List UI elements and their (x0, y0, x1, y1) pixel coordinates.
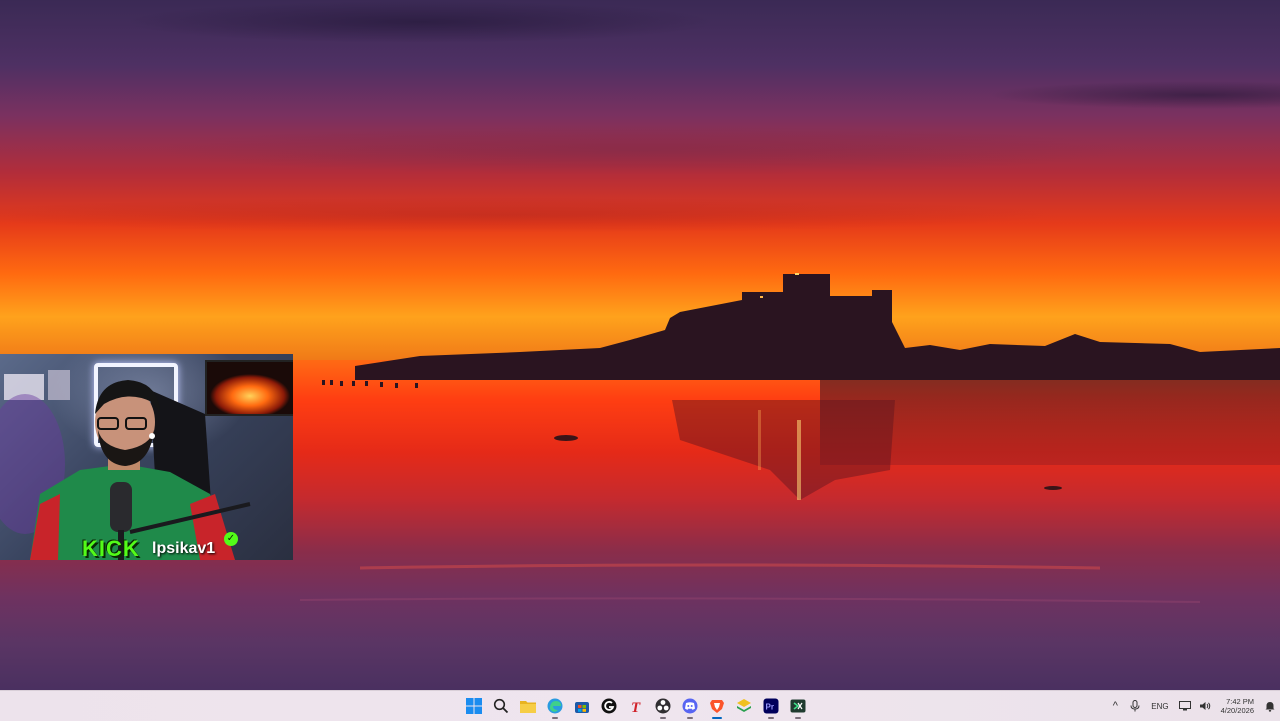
terminal-icon (790, 699, 806, 713)
kick-logo: KICK (82, 536, 140, 560)
streamer-username: lpsikav1 (152, 540, 216, 557)
taskbar-file-explorer[interactable] (516, 693, 540, 719)
desktop-wallpaper[interactable] (0, 0, 1280, 690)
taskbar: T Pr ^ ENG 7:42 PM 4/20/2026 (0, 690, 1280, 721)
discord-icon (682, 698, 698, 714)
clock[interactable]: 7:42 PM 4/20/2026 (1215, 697, 1260, 715)
taskbar-edge[interactable] (543, 693, 567, 719)
taskbar-discord[interactable] (678, 693, 702, 719)
store-icon (575, 702, 589, 713)
g-hub-icon (601, 698, 617, 714)
taskbar-brave[interactable] (705, 693, 729, 719)
taskbar-terminal[interactable] (786, 693, 810, 719)
taskbar-store[interactable] (570, 693, 594, 719)
microphone-icon[interactable] (1125, 691, 1145, 721)
webcam-overlay: KICK lpsikav1 ✓ (0, 354, 293, 560)
verified-icon: ✓ (224, 532, 238, 546)
castle-silhouette (299, 273, 1280, 603)
streamer-figure (0, 370, 251, 560)
chevron-up-icon[interactable]: ^ (1105, 691, 1125, 721)
language-indicator[interactable]: ENG (1145, 702, 1174, 711)
windows-logo-icon (466, 698, 482, 714)
premiere-pro-icon: Pr (763, 698, 779, 714)
search-button[interactable] (489, 693, 513, 719)
volume-icon[interactable] (1195, 691, 1215, 721)
system-tray: ^ ENG 7:42 PM 4/20/2026 (1105, 691, 1280, 721)
svg-text:T: T (631, 700, 641, 714)
brave-icon (710, 700, 724, 713)
typora-icon: T (631, 700, 641, 714)
taskbar-obs[interactable] (651, 693, 675, 719)
folder-icon (520, 701, 536, 713)
start-button[interactable] (462, 693, 486, 719)
clock-date: 4/20/2026 (1220, 706, 1254, 715)
obs-icon (655, 698, 671, 714)
taskbar-typora[interactable]: T (624, 693, 648, 719)
edge-icon (547, 698, 563, 714)
layers-icon (737, 699, 751, 712)
search-icon (493, 698, 509, 714)
network-icon[interactable] (1175, 691, 1195, 721)
svg-text:Pr: Pr (766, 703, 774, 712)
notification-icon[interactable] (1260, 691, 1280, 721)
taskbar-g-hub[interactable] (597, 693, 621, 719)
clock-time: 7:42 PM (1226, 697, 1254, 706)
taskbar-layers[interactable] (732, 693, 756, 719)
taskbar-premiere-pro[interactable]: Pr (759, 693, 783, 719)
taskbar-apps: T Pr (462, 691, 810, 721)
